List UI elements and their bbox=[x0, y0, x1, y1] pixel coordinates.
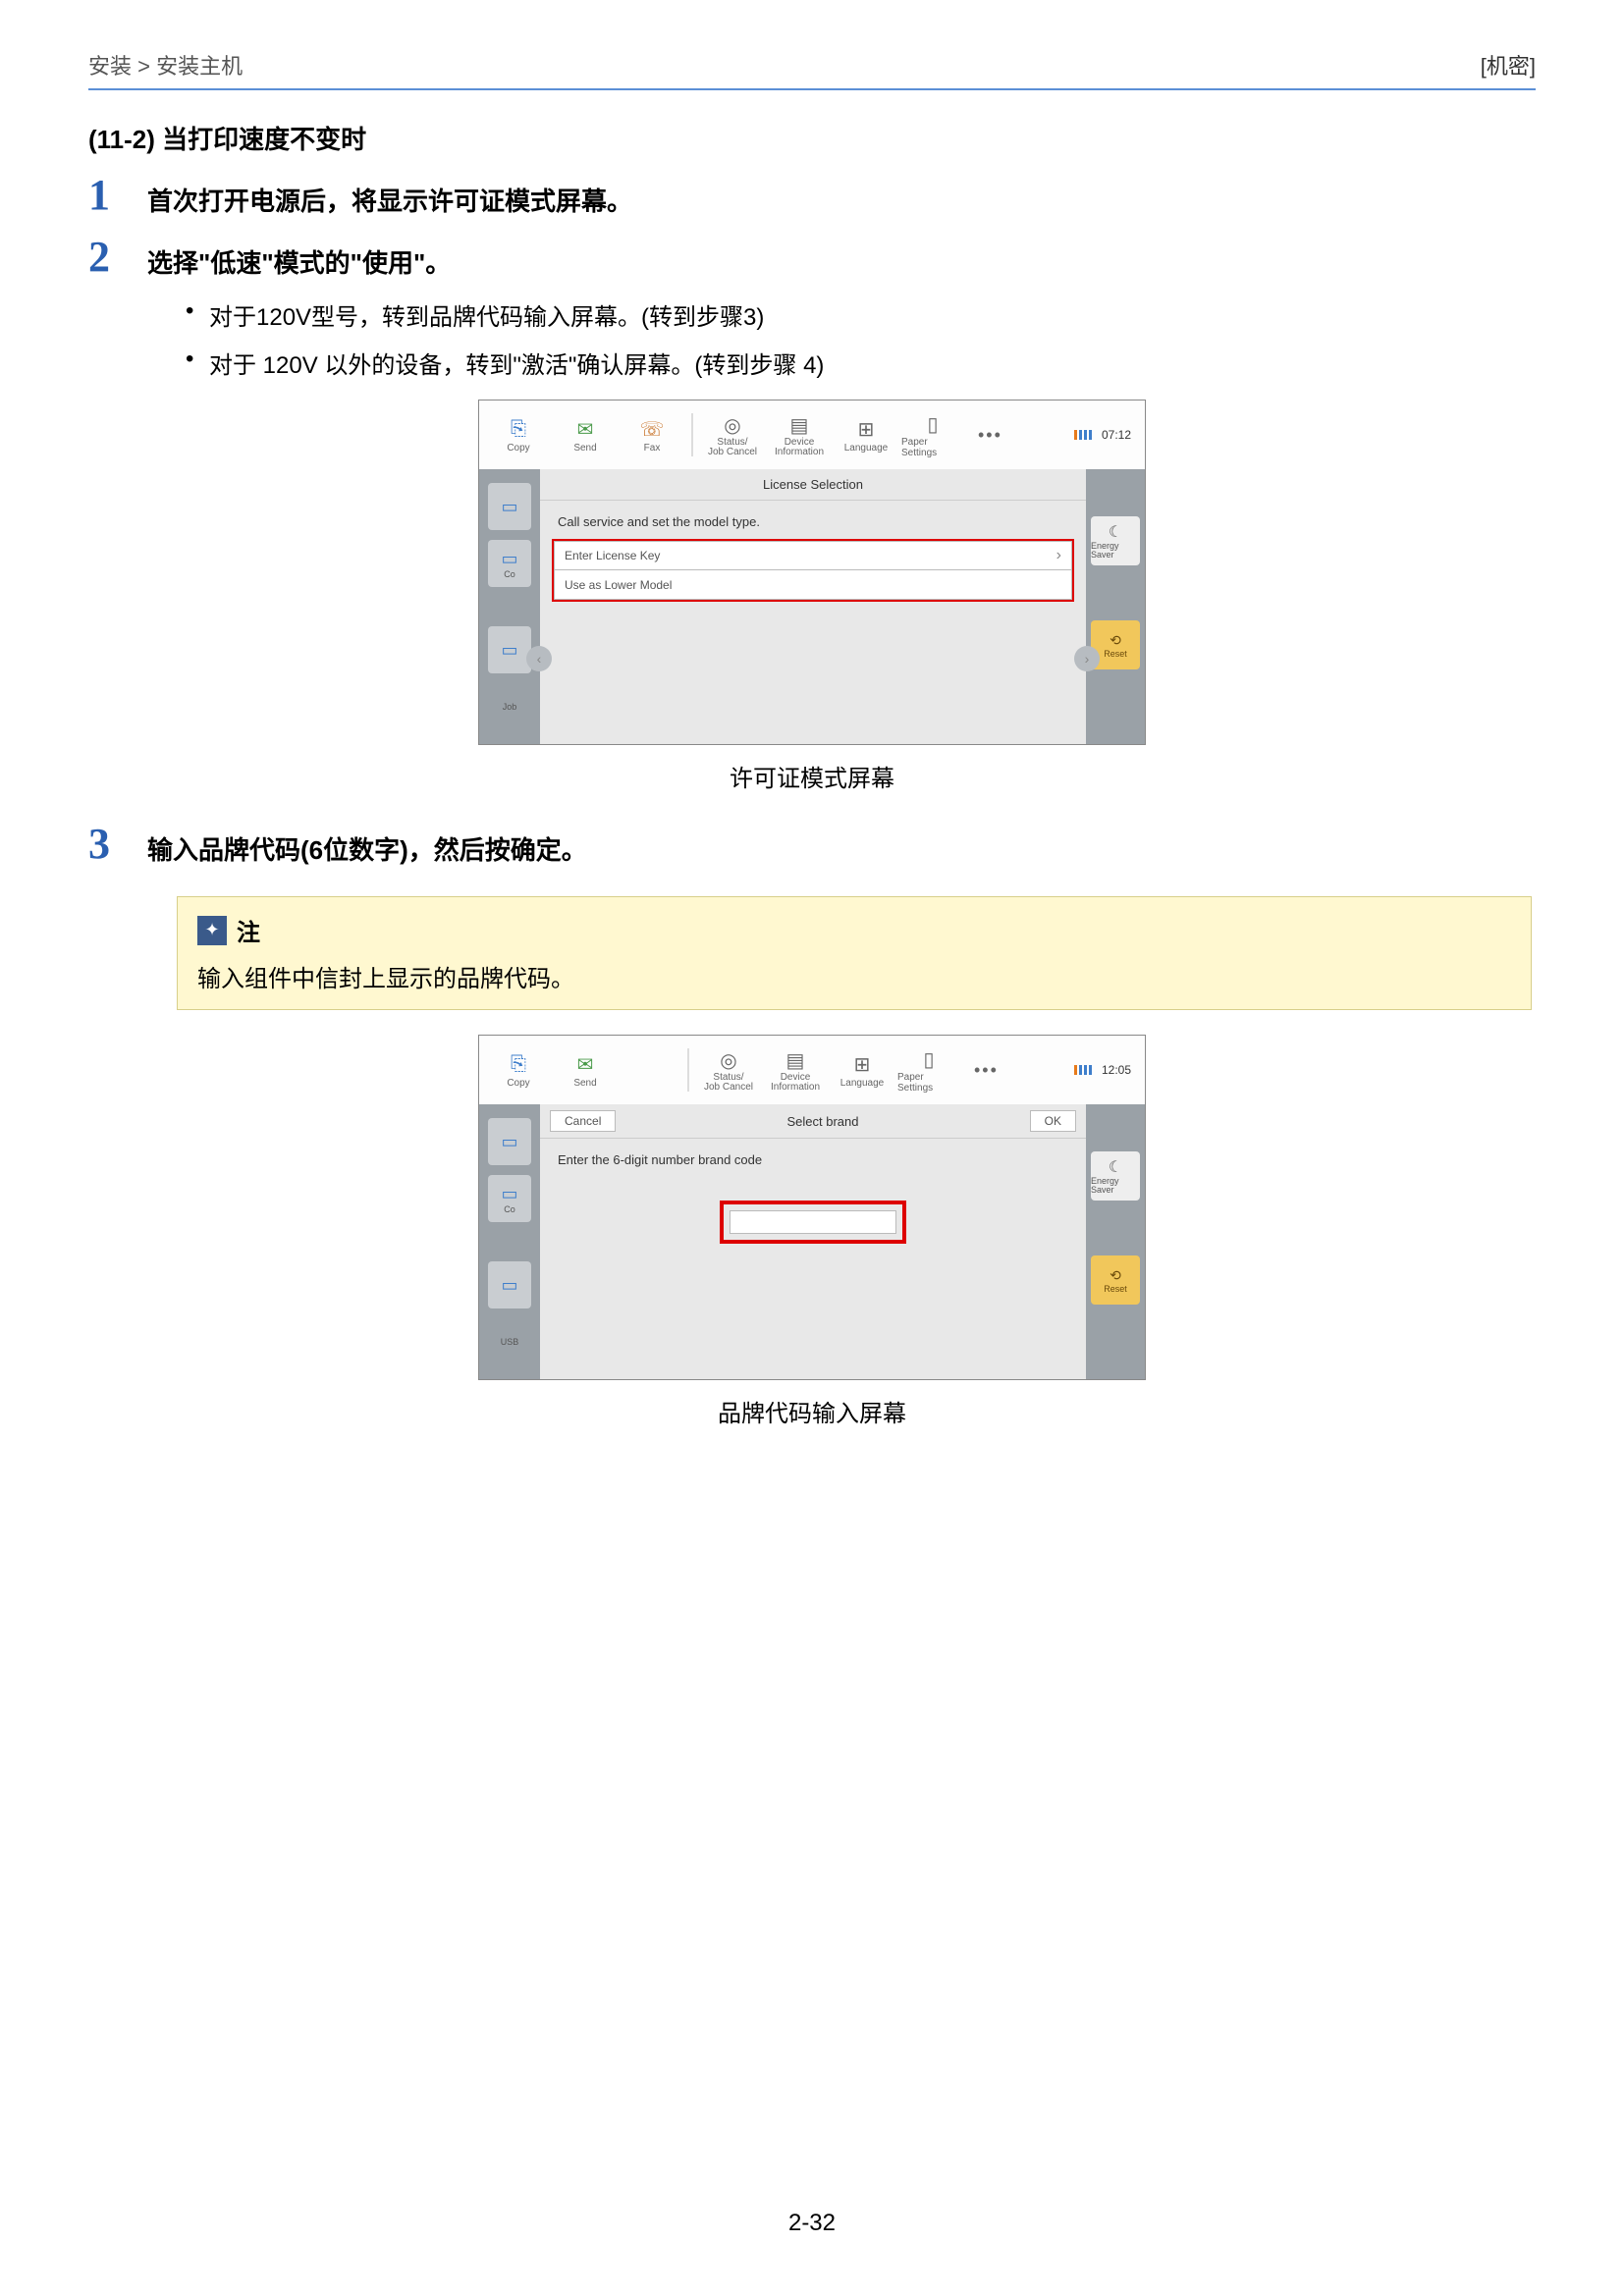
status-bar: 12:05 bbox=[1074, 1063, 1137, 1077]
chevron-right-icon: › bbox=[1056, 547, 1061, 564]
note-box: ✦ 注 输入组件中信封上显示的品牌代码。 bbox=[177, 896, 1532, 1010]
dialog-instruction: Enter the 6-digit number brand code bbox=[540, 1139, 1086, 1173]
ok-button[interactable]: OK bbox=[1030, 1110, 1076, 1132]
step-2: 2 选择"低速"模式的"使用"。 bbox=[88, 236, 1536, 280]
breadcrumb: 安装 > 安装主机 bbox=[88, 49, 243, 80]
section-title: (11-2) 当打印速度不变时 bbox=[88, 120, 1536, 156]
screenshot-right-panel: ☾Energy Saver ⟲Reset bbox=[1086, 469, 1145, 744]
left-item-co[interactable]: ▭Co bbox=[488, 1175, 531, 1222]
page-header: 安装 > 安装主机 [机密] bbox=[88, 49, 1536, 90]
language-icon[interactable]: ⊞Language bbox=[835, 405, 897, 464]
figure-caption: 品牌代码输入屏幕 bbox=[88, 1394, 1536, 1428]
screenshot-topbar: ⎘Copy ✉Send ☏Fax ◎Status/ Job Cancel ▤De… bbox=[479, 400, 1145, 469]
paper-settings-icon[interactable]: ▯Paper Settings bbox=[901, 405, 964, 464]
energy-saver-button[interactable]: ☾Energy Saver bbox=[1091, 1151, 1140, 1201]
note-body: 输入组件中信封上显示的品牌代码。 bbox=[197, 959, 1511, 993]
use-lower-model-row[interactable]: Use as Lower Model bbox=[554, 570, 1072, 600]
figure-license-screen: ⎘Copy ✉Send ☏Fax ◎Status/ Job Cancel ▤De… bbox=[88, 400, 1536, 793]
send-icon[interactable]: ✉Send bbox=[554, 1041, 617, 1099]
bullet-item: 对于120V型号，转到品牌代码输入屏幕。(转到步骤3) bbox=[182, 297, 1536, 332]
cancel-button[interactable]: Cancel bbox=[550, 1110, 616, 1132]
figure-caption: 许可证模式屏幕 bbox=[88, 759, 1536, 793]
screenshot-main: Cancel Select brand OK Enter the 6-digit… bbox=[540, 1104, 1086, 1379]
pager-right-icon[interactable]: › bbox=[1074, 646, 1100, 671]
more-icon[interactable]: ••• bbox=[968, 425, 1012, 446]
dialog-title: Select brand bbox=[787, 1114, 859, 1129]
note-icon: ✦ bbox=[197, 916, 227, 945]
left-item[interactable]: ▭ bbox=[488, 1261, 531, 1308]
step-number: 1 bbox=[88, 174, 147, 217]
figure-brand-code-screen: ⎘Copy ✉Send ◎Status/ Job Cancel ▤Device … bbox=[88, 1035, 1536, 1428]
bullet-item: 对于 120V 以外的设备，转到"激活"确认屏幕。(转到步骤 4) bbox=[182, 346, 1536, 380]
screenshot-brand-code: ⎘Copy ✉Send ◎Status/ Job Cancel ▤Device … bbox=[478, 1035, 1146, 1380]
dialog-bar: Cancel Select brand OK bbox=[540, 1104, 1086, 1139]
step-text: 首次打开电源后，将显示许可证模式屏幕。 bbox=[147, 174, 632, 218]
step-1: 1 首次打开电源后，将显示许可证模式屏幕。 bbox=[88, 174, 1536, 218]
left-item[interactable]: ▭ bbox=[488, 1118, 531, 1165]
screenshot-license: ⎘Copy ✉Send ☏Fax ◎Status/ Job Cancel ▤De… bbox=[478, 400, 1146, 745]
language-icon[interactable]: ⊞Language bbox=[831, 1041, 893, 1099]
screenshot-topbar: ⎘Copy ✉Send ◎Status/ Job Cancel ▤Device … bbox=[479, 1036, 1145, 1104]
left-item-co[interactable]: ▭Co bbox=[488, 540, 531, 587]
brand-code-input[interactable] bbox=[730, 1210, 896, 1234]
page-number: 2-32 bbox=[0, 2210, 1624, 2237]
left-item-usb[interactable]: USB bbox=[488, 1318, 531, 1365]
brand-code-input-highlight bbox=[720, 1201, 906, 1244]
send-icon[interactable]: ✉Send bbox=[554, 405, 617, 464]
step-number: 2 bbox=[88, 236, 147, 279]
clock: 07:12 bbox=[1102, 428, 1131, 442]
status-bar: 07:12 bbox=[1074, 428, 1137, 442]
screenshot-left-panel: ▭ ▭Co ▭ USB bbox=[479, 1104, 540, 1379]
screenshot-left-panel: ▭ ▭Co ▭ Job bbox=[479, 469, 540, 744]
device-info-icon[interactable]: ▤Device Information bbox=[768, 405, 831, 464]
step-3: 3 输入品牌代码(6位数字)，然后按确定。 bbox=[88, 823, 1536, 867]
step-2-bullets: 对于120V型号，转到品牌代码输入屏幕。(转到步骤3) 对于 120V 以外的设… bbox=[182, 297, 1536, 380]
dialog-instruction: Call service and set the model type. bbox=[540, 501, 1086, 535]
device-info-icon[interactable]: ▤Device Information bbox=[764, 1041, 827, 1099]
step-text: 输入品牌代码(6位数字)，然后按确定。 bbox=[147, 823, 587, 867]
step-text: 选择"低速"模式的"使用"。 bbox=[147, 236, 451, 280]
more-icon[interactable]: ••• bbox=[964, 1060, 1008, 1081]
reset-button[interactable]: ⟲Reset bbox=[1091, 1255, 1140, 1305]
status-icon[interactable]: ◎Status/ Job Cancel bbox=[697, 1041, 760, 1099]
status-icon[interactable]: ◎Status/ Job Cancel bbox=[701, 405, 764, 464]
clock: 12:05 bbox=[1102, 1063, 1131, 1077]
dialog-title: License Selection bbox=[540, 469, 1086, 501]
screenshot-right-panel: ☾Energy Saver ⟲Reset bbox=[1086, 1104, 1145, 1379]
left-item[interactable]: ▭ bbox=[488, 483, 531, 530]
step-number: 3 bbox=[88, 823, 147, 866]
left-item-job[interactable]: Job bbox=[488, 683, 531, 730]
paper-settings-icon[interactable]: ▯Paper Settings bbox=[897, 1041, 960, 1099]
copy-icon[interactable]: ⎘Copy bbox=[487, 405, 550, 464]
fax-icon[interactable]: ☏Fax bbox=[621, 405, 683, 464]
energy-saver-button[interactable]: ☾Energy Saver bbox=[1091, 516, 1140, 565]
copy-icon[interactable]: ⎘Copy bbox=[487, 1041, 550, 1099]
pager-left-icon[interactable]: ‹ bbox=[526, 646, 552, 671]
left-item[interactable]: ▭ bbox=[488, 626, 531, 673]
enter-license-key-row[interactable]: Enter License Key› bbox=[554, 541, 1072, 570]
screenshot-main: License Selection Call service and set t… bbox=[540, 469, 1086, 744]
note-label: 注 bbox=[237, 913, 260, 947]
confidential-label: [机密] bbox=[1481, 49, 1536, 80]
